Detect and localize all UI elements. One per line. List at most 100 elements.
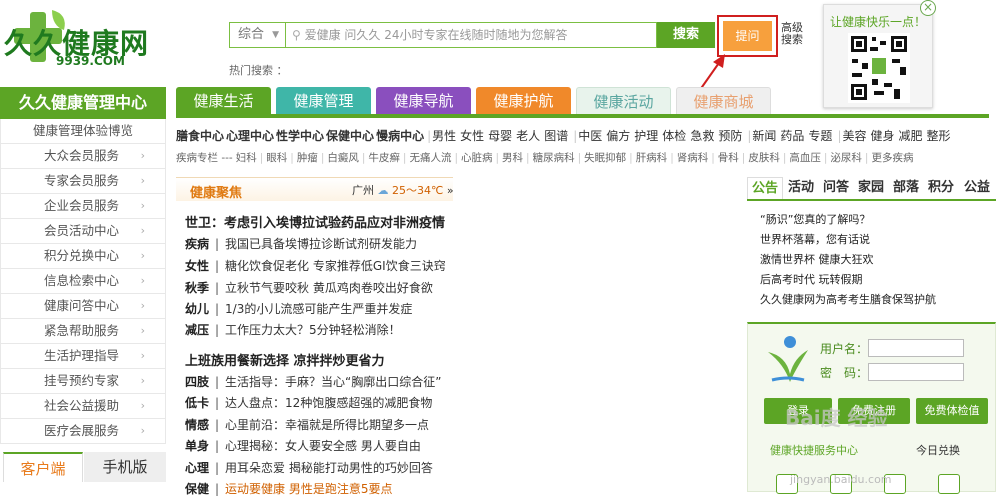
notice-item[interactable]: 久久健康网为高考考生膳食保驾护航 [760,290,990,310]
checkup-button[interactable]: 免费体检值 [916,398,988,424]
news-row[interactable]: 减压 | 工作压力太大？5分钟轻松消除！ [185,321,401,338]
sidebar-item[interactable]: 生活护理指导 › [0,344,166,369]
tab-client[interactable]: 客户端 [3,452,83,482]
news-link[interactable]: 心里前沿：幸福就是所得比期望多一点 [225,418,429,432]
disease-link[interactable]: 失眠抑郁 [584,152,626,164]
headline-link[interactable]: 世卫：考虑引入埃博拉试验药品应对非洲疫情 [185,212,445,231]
news-link[interactable]: 心理揭秘：女人要安全感 男人要自由 [225,439,421,453]
news-link[interactable]: 用耳朵恋爱 揭秘能打动男性的巧妙回答 [225,461,433,475]
sidebar-item[interactable]: 专家会员服务 › [0,169,166,194]
sidebar-item[interactable]: 大众会员服务 › [0,144,166,169]
news-row[interactable]: 女性 | 糖化饮食促老化 专家推荐低GI饮食三诀窍 [185,257,446,274]
disease-link[interactable]: 高血压 [789,152,821,164]
subnav-link[interactable]: 老人 [516,129,540,143]
disease-link[interactable]: 更多疾病 [871,152,913,164]
headline-link[interactable]: 上班族用餐新选择 凉拌拌炒更省力 [185,350,385,369]
news-row[interactable]: 心理 | 用耳朵恋爱 揭秘能打动男性的巧妙回答 [185,459,433,476]
notice-item[interactable]: “肠识”您真的了解吗？ [760,210,990,230]
nav-tab-navigation[interactable]: 健康导航 [376,87,471,115]
search-button[interactable]: 搜索 [657,22,715,48]
sidebar-item[interactable]: 医疗会展服务 › [0,419,166,444]
disease-link[interactable]: 心脏病 [461,152,493,164]
tab-points[interactable]: 积分 [924,177,958,199]
subnav-link[interactable]: 预防 [718,129,742,143]
news-link[interactable]: 工作压力太大？5分钟轻松消除！ [225,323,401,337]
subnav-link[interactable]: 健身 [871,129,895,143]
sidebar-item[interactable]: 会员活动中心 › [0,219,166,244]
news-link[interactable]: 运动要健康 男性是跑注意5要点 [225,482,392,496]
subnav-link[interactable]: 新闻 [752,129,776,143]
subnav-link[interactable]: 药品 [780,129,804,143]
subnav-link[interactable]: 中医 [578,129,602,143]
disease-link[interactable]: 白癜风 [327,152,359,164]
redeem-link[interactable]: 今日兑换 [916,442,960,458]
username-input[interactable] [868,339,964,357]
tab-charity[interactable]: 公益 [959,177,995,199]
subnav-link[interactable]: 整形 [927,129,951,143]
disease-link[interactable]: 糖尿病科 [533,152,575,164]
tab-home[interactable]: 家园 [854,177,888,199]
subnav-link[interactable]: 膳食中心 [176,129,224,143]
news-row[interactable]: 单身 | 心理揭秘：女人要安全感 男人要自由 [185,437,421,454]
disease-link[interactable]: 骨科 [718,152,739,164]
disease-link[interactable]: 泌尿科 [830,152,862,164]
subnav-link[interactable]: 女性 [460,129,484,143]
subnav-link[interactable]: 图谱 [544,129,568,143]
nav-tab-escort[interactable]: 健康护航 [476,87,571,115]
nav-tab-life[interactable]: 健康生活 [176,87,271,115]
disease-link[interactable]: 妇科 [236,152,257,164]
news-row[interactable]: 疾病 | 我国已具备埃博拉诊断试剂研发能力 [185,235,417,252]
notice-item[interactable]: 激情世界杯 健康大狂欢 [760,250,990,270]
sidebar-item[interactable]: 紧急帮助服务 › [0,319,166,344]
subnav-link[interactable]: 性学中心 [276,129,324,143]
tab-mobile[interactable]: 手机版 [84,452,166,482]
news-link[interactable]: 生活指导：手麻？当心“胸廓出口综合征” [225,375,441,389]
news-row[interactable]: 幼儿 | 1/3的小儿流感可能产生严重并发症 [185,300,412,317]
disease-link[interactable]: 牛皮癣 [368,152,400,164]
disease-link[interactable]: 肝病科 [636,152,668,164]
news-link[interactable]: 立秋节气要咬秋 黄瓜鸡肉卷咬出好食欲 [225,281,433,295]
sidebar-item[interactable]: 信息检索中心 › [0,269,166,294]
notice-item[interactable]: 后高考时代 玩转假期 [760,270,990,290]
qr-code-icon[interactable] [848,33,910,103]
nav-tab-management[interactable]: 健康管理 [276,87,371,115]
password-input[interactable] [868,363,964,381]
subnav-link[interactable]: 偏方 [606,129,630,143]
news-row[interactable]: 保健 | 运动要健康 男性是跑注意5要点 [185,480,393,497]
subnav-link[interactable]: 减肥 [899,129,923,143]
close-icon[interactable]: × [920,0,936,16]
news-row[interactable]: 情感 | 心里前沿：幸福就是所得比期望多一点 [185,416,429,433]
tab-tribe[interactable]: 部落 [889,177,923,199]
subnav-link[interactable]: 慢病中心 [376,129,424,143]
subnav-link[interactable]: 保健中心 [326,129,374,143]
ask-button[interactable]: 提问 [723,21,772,51]
disease-link[interactable]: 男科 [502,152,523,164]
tab-activity[interactable]: 活动 [784,177,818,199]
disease-link[interactable]: 无痛人流 [409,152,451,164]
news-row[interactable]: 四肢 | 生活指导：手麻？当心“胸廓出口综合征” [185,373,441,390]
search-input[interactable]: ⚲ 爱健康 问久久 24小时专家在线随时随地为您解答 [285,22,657,48]
news-link[interactable]: 达人盘点：12种饱腹感超强的减肥食物 [225,396,432,410]
news-link[interactable]: 1/3的小儿流感可能产生严重并发症 [225,302,412,316]
service-medical-icon[interactable] [938,474,960,494]
sidebar-item[interactable]: 积分兑换中心 › [0,244,166,269]
disease-link[interactable]: 肾病科 [677,152,709,164]
subnav-link[interactable]: 母婴 [488,129,512,143]
subnav-link[interactable]: 专题 [808,129,832,143]
news-link[interactable]: 我国已具备埃博拉诊断试剂研发能力 [225,237,417,251]
sidebar-item[interactable]: 健康问答中心 › [0,294,166,319]
site-logo[interactable]: 久久健康网 9939.COM [4,6,164,70]
nav-tab-mall[interactable]: 健康商城 [676,87,771,115]
subnav-link[interactable]: 男性 [432,129,456,143]
disease-link[interactable]: 皮肤科 [748,152,780,164]
subnav-link[interactable]: 体检 [662,129,686,143]
tab-notice[interactable]: 公告 [747,177,783,199]
sidebar-item[interactable]: 社会公益援助 › [0,394,166,419]
sidebar-item[interactable]: 健康管理体验博览 [0,119,166,144]
disease-link[interactable]: 肿瘤 [297,152,318,164]
search-category-select[interactable]: 综合 ▼ [229,22,285,48]
news-link[interactable]: 糖化饮食促老化 专家推荐低GI饮食三诀窍 [225,259,446,273]
subnav-link[interactable]: 美容 [842,129,866,143]
notice-item[interactable]: 世界杯落幕，您有话说 [760,230,990,250]
subnav-link[interactable]: 护理 [634,129,658,143]
